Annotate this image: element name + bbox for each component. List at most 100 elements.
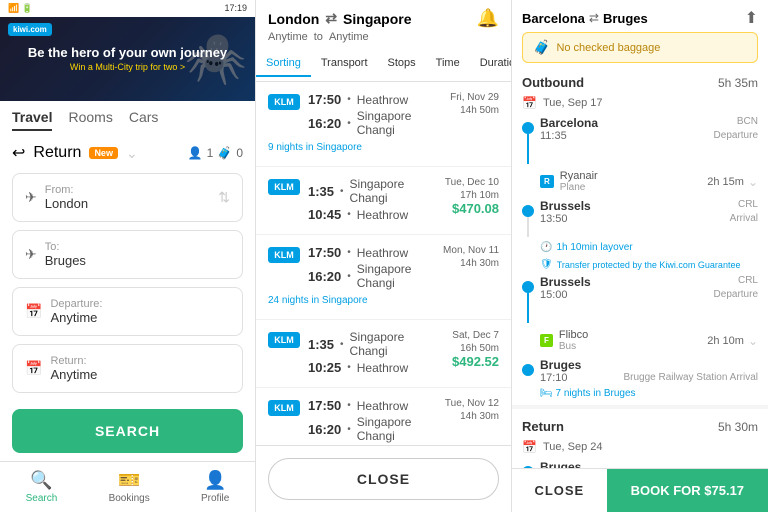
time-1: 17:19: [224, 3, 247, 13]
return-field[interactable]: 📅 Return: Anytime: [12, 344, 243, 393]
dot-4: •: [347, 209, 351, 220]
detail-arrow-icon: ⇄: [589, 11, 599, 25]
brussels-depart-time: 15:00: [540, 289, 568, 301]
filter-transport[interactable]: Transport: [311, 51, 378, 77]
result-flights-1: KLM 17:50 • Heathrow 16:20 • Singapore C…: [268, 92, 499, 139]
klm-logo-2: KLM: [268, 179, 300, 195]
arr-airport-3: Singapore Changi: [357, 262, 435, 290]
flibco-row: F Flibco Bus 2h 10m ⌄: [512, 325, 768, 356]
results-list: KLM 17:50 • Heathrow 16:20 • Singapore C…: [256, 82, 511, 445]
flight-times-1: 17:50 • Heathrow 16:20 • Singapore Chang…: [308, 92, 442, 139]
dep-airport-3: Heathrow: [357, 246, 408, 260]
to-field[interactable]: ✈ To: Bruges: [12, 230, 243, 279]
arr-time-2: 10:45: [308, 207, 341, 222]
nav-search[interactable]: 🔍 Search: [26, 470, 58, 504]
route-arrow-icon: ⇄: [325, 10, 337, 27]
detail-to: Bruges: [603, 11, 648, 26]
tab-travel[interactable]: Travel: [12, 109, 52, 131]
ryanair-duration-wrap: 2h 15m ⌄: [707, 175, 758, 189]
stop-dot-bcn: [522, 122, 534, 134]
result-item-3[interactable]: KLM 17:50 • Heathrow 16:20 • Singapore C…: [256, 235, 511, 320]
from-field[interactable]: ✈ From: London ⇅: [12, 173, 243, 222]
filter-sorting[interactable]: Sorting: [256, 51, 311, 77]
date-tag-1: Fri, Nov 29: [450, 92, 499, 103]
dep-time-5: 17:50: [308, 398, 341, 413]
outbound-date: Tue, Sep 17: [543, 97, 603, 109]
stop-bruges-arrive: Bruges 17:10 Brugge Railway Station Arri…: [512, 356, 768, 386]
book-button[interactable]: BOOK FOR $75.17: [607, 469, 768, 512]
brussels-arrive-name: Brussels: [540, 199, 591, 213]
brussels-depart-label: Departure: [714, 289, 758, 301]
date-tag-4: Sat, Dec 7: [452, 330, 499, 341]
kiwi-guarantee-row: 🛡 Transfer protected by the Kiwi.com Gua…: [512, 256, 768, 273]
return-field-content: Return: Anytime: [50, 355, 97, 382]
from-label: From:: [45, 184, 88, 196]
dep-airport-2: Singapore Changi: [350, 177, 437, 205]
return-date: Tue, Sep 24: [543, 441, 603, 453]
nights-badge-1: 9 nights in Singapore: [268, 142, 499, 153]
nav-profile[interactable]: 👤 Profile: [201, 470, 229, 504]
search-button[interactable]: SEARCH: [12, 409, 243, 453]
result-item-2[interactable]: KLM 1:35 • Singapore Changi 10:45 • Heat…: [256, 167, 511, 235]
to-label: To:: [45, 241, 86, 253]
plane-up-icon: ✈: [25, 189, 37, 206]
return-value: Anytime: [50, 367, 97, 382]
close-button-p3[interactable]: CLOSE: [512, 469, 607, 512]
nav-bookings-label: Bookings: [109, 493, 150, 504]
departure-field-content: Departure: Anytime: [50, 298, 102, 325]
plane-down-icon: ✈: [25, 246, 37, 263]
departure-field[interactable]: 📅 Departure: Anytime: [12, 287, 243, 336]
stop-brussels-arrive: Brussels CRL 13:50 Arrival: [512, 197, 768, 239]
baggage-warning: 🧳 No checked baggage: [522, 32, 758, 63]
arr-airport-1: Singapore Changi: [357, 109, 442, 137]
result-item-5[interactable]: KLM 17:50 • Heathrow 16:20 • Singapore C…: [256, 388, 511, 445]
trip-type-arrow[interactable]: ⌄: [126, 145, 138, 162]
result-item-4[interactable]: KLM 1:35 • Singapore Changi 10:25 • Heat…: [256, 320, 511, 388]
outbound-section-header: Outbound 5h 35m: [512, 69, 768, 92]
section-divider: [512, 405, 768, 409]
luggage-warn-icon: 🧳: [533, 39, 550, 56]
passenger-info: 👤 1 🧳 0: [188, 146, 243, 160]
tab-cars[interactable]: Cars: [129, 109, 159, 131]
result-meta-3: Mon, Nov 11 14h 30m: [443, 245, 499, 269]
filter-duration[interactable]: Duration: [470, 51, 511, 77]
nav-bookings[interactable]: 🎫 Bookings: [109, 470, 150, 504]
detail-from: Barcelona: [522, 11, 585, 26]
arr-time-5: 16:20: [308, 422, 341, 437]
tab-rooms[interactable]: Rooms: [68, 109, 112, 131]
barcelona-dep-label: Departure: [714, 130, 758, 142]
dep-time-2: 1:35: [308, 184, 334, 199]
filter-stops[interactable]: Stops: [378, 51, 426, 77]
barcelona-name: Barcelona: [540, 116, 598, 130]
expand-icon-1[interactable]: ⌄: [748, 175, 758, 189]
filter-tabs-bar: Sorting Transport Stops Time Duration Da…: [256, 47, 511, 82]
ryanair-logo: R: [540, 175, 554, 188]
time-sep: to: [314, 31, 323, 43]
nights-badge-2: 24 nights in Singapore: [268, 295, 499, 306]
filter-time[interactable]: Time: [426, 51, 470, 77]
from-field-content: From: London: [45, 184, 88, 211]
close-button-p2[interactable]: CLOSE: [268, 458, 499, 500]
nights-bruges: 🛏 7 nights in Bruges: [512, 386, 768, 401]
bottom-navigation: 🔍 Search 🎫 Bookings 👤 Profile: [0, 461, 255, 512]
barcelona-code: BCN: [737, 116, 758, 130]
date-tag-3: Mon, Nov 11: [443, 245, 499, 256]
expand-icon-2[interactable]: ⌄: [748, 334, 758, 348]
brussels-arrive-label: Arrival: [730, 213, 758, 225]
route-header: London ⇄ Singapore: [268, 10, 412, 27]
duration-3: 14h 30m: [443, 258, 499, 269]
luggage-icon: 🧳: [217, 146, 232, 160]
dep-airport-5: Heathrow: [357, 399, 408, 413]
share-icon[interactable]: ⬆: [745, 8, 758, 28]
result-flights-2: KLM 1:35 • Singapore Changi 10:45 • Heat…: [268, 177, 499, 224]
shield-icon: 🛡: [540, 259, 553, 270]
route-to: Singapore: [343, 11, 411, 27]
luggage-count: 0: [236, 146, 243, 160]
stop-dot-crl-arr: [522, 205, 534, 217]
dep-airport-4: Singapore Changi: [350, 330, 444, 358]
swap-icon[interactable]: ⇅: [218, 189, 230, 206]
notification-bell-icon[interactable]: 🔔: [477, 8, 499, 29]
result-item-1[interactable]: KLM 17:50 • Heathrow 16:20 • Singapore C…: [256, 82, 511, 167]
result-flights-5: KLM 17:50 • Heathrow 16:20 • Singapore C…: [268, 398, 499, 445]
date-tag-5: Tue, Nov 12: [445, 398, 499, 409]
